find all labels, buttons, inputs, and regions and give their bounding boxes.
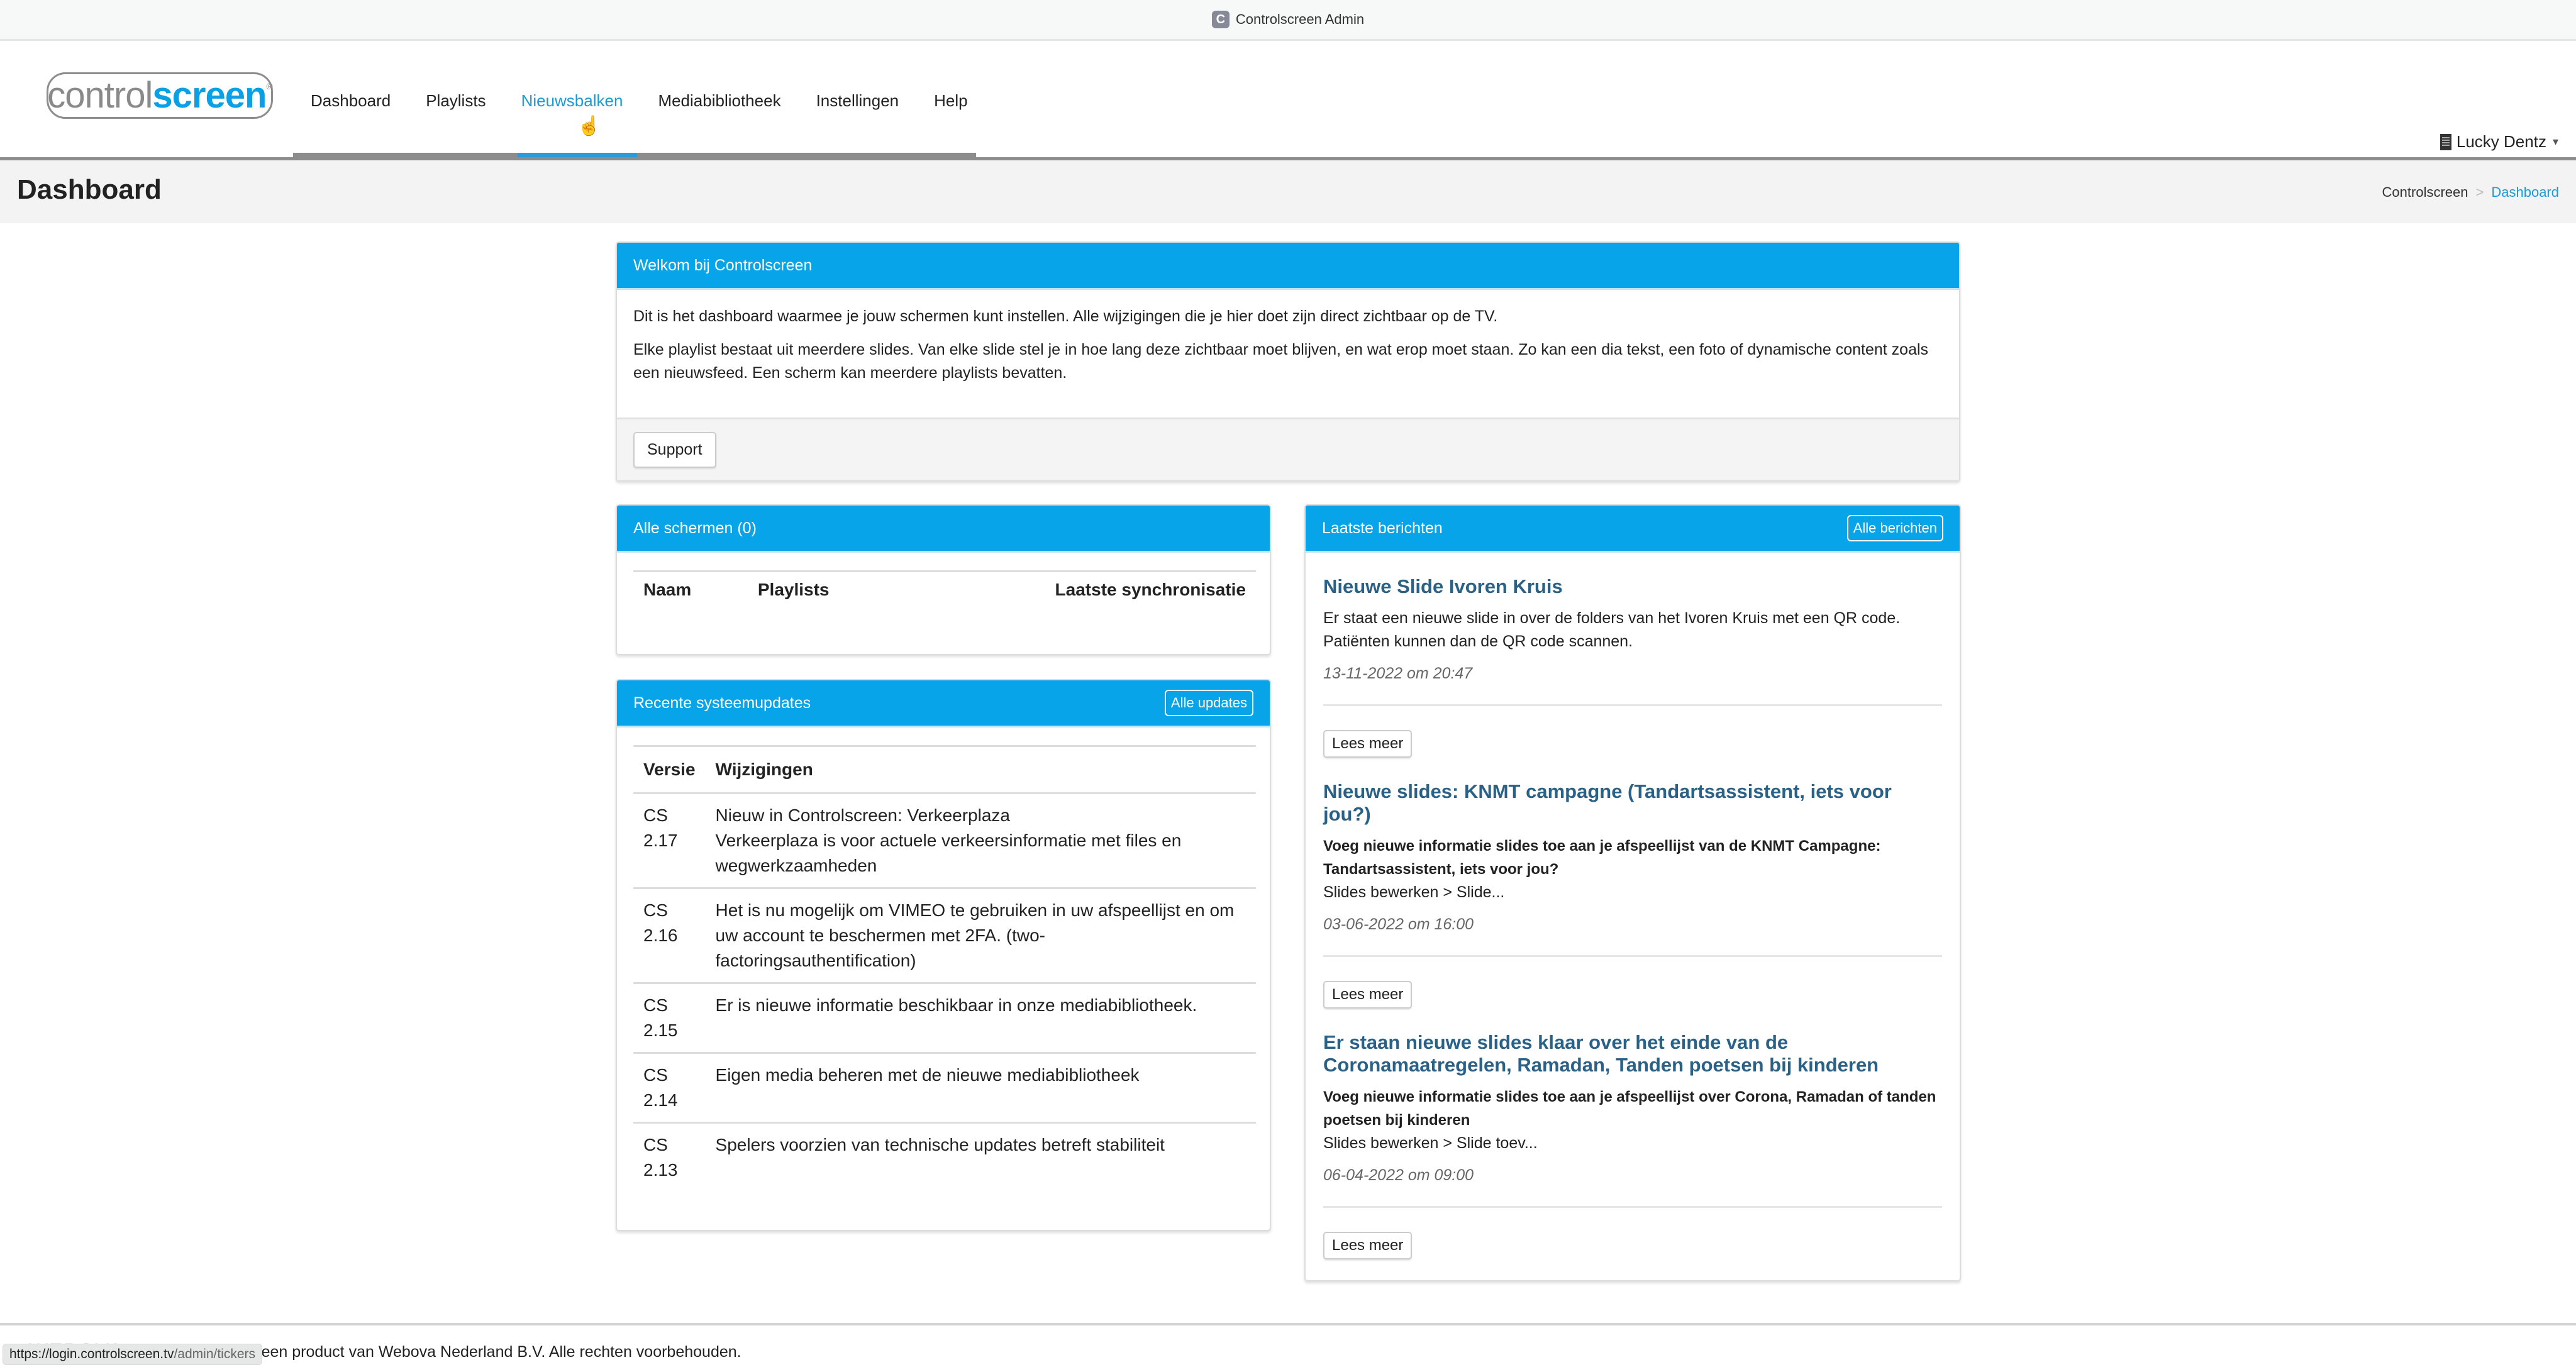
- update-changes: Het is nu mogelijk om VIMEO te gebruiken…: [705, 888, 1256, 984]
- update-row: CS 2.16 Het is nu mogelijk om VIMEO te ge…: [633, 888, 1256, 984]
- status-bar-url: https://login.controlscreen.tv/admin/tic…: [3, 1344, 263, 1365]
- logo-text-control: control: [47, 75, 153, 116]
- welcome-panel: Welkom bij Controlscreen Dit is het dash…: [616, 241, 1960, 482]
- news-item-lead: Voeg nieuwe informatie slides toe aan je…: [1323, 1088, 1936, 1129]
- breadcrumb: Controlscreen > Dashboard: [2382, 184, 2559, 201]
- welcome-panel-body: Dit is het dashboard waarmee je jouw sch…: [617, 290, 1959, 424]
- news-item-title[interactable]: Nieuwe Slide Ivoren Kruis: [1323, 575, 1942, 598]
- building-icon: [2440, 133, 2451, 150]
- welcome-panel-header: Welkom bij Controlscreen: [617, 243, 1959, 290]
- news-item: Er staan nieuwe slides klaar over het ei…: [1323, 1009, 1942, 1208]
- nav-underline: [293, 153, 976, 158]
- nav-item-nieuwsbalken[interactable]: Nieuwsbalken: [504, 41, 641, 157]
- window-title: Controlscreen Admin: [1235, 11, 1365, 27]
- nav-item-instellingen[interactable]: Instellingen: [799, 41, 917, 157]
- status-url-path: /admin/tickers: [174, 1347, 256, 1361]
- news-item-date: 03-06-2022 om 16:00: [1323, 916, 1474, 933]
- update-changes: Nieuw in Controlscreen: Verkeerplaza Ver…: [705, 793, 1256, 889]
- news-item-date: 13-11-2022 om 20:47: [1323, 665, 1473, 682]
- update-version: CS 2.15: [633, 983, 706, 1054]
- top-navigation: control screen ® Dashboard Playlists Nieuw…: [0, 41, 2576, 160]
- update-changes: Eigen media beheren met de nieuwe mediab…: [705, 1053, 1256, 1124]
- screens-table: Naam Playlists Laatste synchronisatie: [633, 570, 1256, 607]
- hand-cursor-icon: ☝: [577, 116, 601, 136]
- breadcrumb-separator: >: [2475, 184, 2484, 200]
- update-changes: Er is nieuwe informatie beschikbaar in o…: [705, 983, 1256, 1054]
- system-updates-panel: Recente systeemupdates Alle updates Vers…: [616, 679, 1271, 1231]
- news-panel: Laatste berichten Alle berichten Nieuwe …: [1304, 504, 1961, 1281]
- column-header-naam[interactable]: Naam: [633, 570, 748, 607]
- screens-panel: Alle schermen (0) Naam Playlists Laatste…: [616, 504, 1271, 655]
- updates-panel-header: Recente systeemupdates Alle updates: [617, 680, 1270, 727]
- update-row: CS 2.17 Nieuw in Controlscreen: Verkeerpl…: [633, 793, 1256, 889]
- updates-table-body: CS 2.17 Nieuw in Controlscreen: Verkeerpl…: [633, 793, 1256, 1192]
- all-updates-button[interactable]: Alle updates: [1164, 690, 1253, 716]
- nav-item-help[interactable]: Help: [916, 41, 985, 157]
- column-header-laatste-synchronisatie[interactable]: Laatste synchronisatie: [901, 570, 1256, 607]
- nav-item-mediabibliotheek[interactable]: Mediabibliotheek: [640, 41, 798, 157]
- updates-panel-title: Recente systeemupdates: [633, 694, 811, 712]
- news-item-date: 06-04-2022 om 09:00: [1323, 1166, 1474, 1184]
- read-more-button[interactable]: Lees meer: [1323, 1232, 1413, 1259]
- user-menu[interactable]: Lucky Dentz ▾: [2440, 132, 2558, 152]
- welcome-panel-title: Welkom bij Controlscreen: [633, 256, 813, 274]
- column-header-wijzigingen: Wijzigingen: [705, 745, 1256, 794]
- update-changes: Spelers voorzien van technische updates …: [715, 1135, 1165, 1154]
- update-version: CS 2.14: [633, 1053, 706, 1124]
- news-item-lead: Voeg nieuwe informatie slides toe aan je…: [1323, 838, 1881, 878]
- nav-item-playlists[interactable]: Playlists: [408, 41, 503, 157]
- news-item: Nieuwe slides: KNMT campagne (Tandartsas…: [1323, 758, 1942, 957]
- controlscreen-logo[interactable]: control screen ®: [47, 72, 273, 119]
- news-item-text: Slides bewerken > Slide toev...: [1323, 1134, 1538, 1152]
- news-item-text: Slides bewerken > Slide...: [1323, 883, 1505, 901]
- favicon-icon: C: [1211, 11, 1230, 28]
- update-row: CS 2.15 Er is nieuwe informatie beschikba…: [633, 983, 1256, 1054]
- column-header-versie: Versie: [633, 745, 706, 794]
- news-item: Nieuwe Slide Ivoren Kruis Er staat een ni…: [1323, 553, 1942, 706]
- browser-title-bar: C Controlscreen Admin: [0, 0, 2576, 41]
- status-url-host: https://login.controlscreen.tv: [9, 1347, 174, 1361]
- main-nav: Dashboard Playlists Nieuwsbalken Mediabi…: [293, 41, 985, 157]
- logo-text-screen: screen: [152, 75, 267, 116]
- news-panel-header: Laatste berichten Alle berichten: [1306, 506, 1960, 553]
- caret-down-icon: ▾: [2552, 135, 2558, 148]
- page-footer: WEBOVA Controlscreen is een product van …: [0, 1323, 2576, 1372]
- screens-panel-title: Alle schermen (0): [633, 519, 757, 537]
- nav-hover-indicator: [518, 153, 637, 157]
- column-header-playlists[interactable]: Playlists: [747, 570, 902, 607]
- welcome-text-1: Dit is het dashboard waarmee je jouw sch…: [633, 307, 1498, 325]
- all-news-button[interactable]: Alle berichten: [1846, 515, 1943, 541]
- nav-item-dashboard[interactable]: Dashboard: [293, 41, 408, 157]
- update-row: CS 2.14 Eigen media beheren met de nieuwe…: [633, 1053, 1256, 1124]
- breadcrumb-item-controlscreen[interactable]: Controlscreen: [2382, 184, 2468, 200]
- welcome-panel-footer: Support: [617, 418, 1959, 480]
- news-panel-title: Laatste berichten: [1322, 519, 1443, 537]
- news-item-text: Er staat een nieuwe slide in over de fol…: [1323, 609, 1901, 650]
- read-more-button[interactable]: Lees meer: [1323, 730, 1413, 758]
- breadcrumb-item-dashboard[interactable]: Dashboard: [2491, 184, 2559, 200]
- news-item-title[interactable]: Nieuwe slides: KNMT campagne (Tandartsas…: [1323, 780, 1942, 826]
- update-version: CS 2.17: [633, 793, 706, 889]
- news-list: Nieuwe Slide Ivoren Kruis Er staat een ni…: [1306, 553, 1960, 1259]
- update-row: CS 2.13 Spelers voorzien van technische u…: [633, 1123, 1256, 1192]
- welcome-text-2: Elke playlist bestaat uit meerdere slide…: [633, 341, 1929, 382]
- registered-icon: ®: [266, 81, 272, 91]
- support-button[interactable]: Support: [633, 432, 716, 468]
- updates-table: Versie Wijzigingen CS 2.17 Nieuw in Contr…: [633, 745, 1256, 1192]
- read-more-button[interactable]: Lees meer: [1323, 981, 1413, 1009]
- update-version: CS 2.16: [633, 888, 706, 984]
- screens-panel-header: Alle schermen (0): [617, 506, 1270, 553]
- update-version: CS 2.13: [643, 1135, 678, 1180]
- page-title: Dashboard: [17, 174, 162, 205]
- user-name: Lucky Dentz: [2456, 132, 2546, 151]
- news-item-title[interactable]: Er staan nieuwe slides klaar over het ei…: [1323, 1031, 1942, 1076]
- page-header: Dashboard Controlscreen > Dashboard: [0, 160, 2576, 223]
